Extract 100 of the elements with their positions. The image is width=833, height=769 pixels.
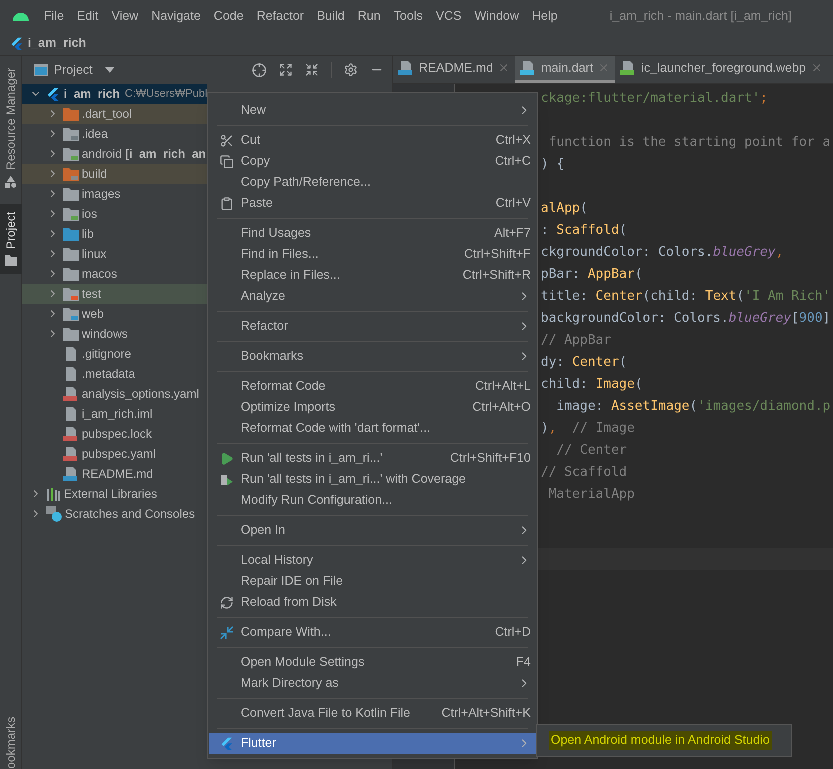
menu-bar-item[interactable]: Refactor	[256, 6, 304, 26]
folder-icon	[63, 127, 79, 141]
locate-icon[interactable]	[252, 62, 267, 78]
menu-bar-item[interactable]: Edit	[77, 6, 99, 26]
tree-item[interactable]: pubspec.lock	[22, 424, 207, 444]
menu-item[interactable]: Open Module Settings F4	[209, 652, 536, 673]
menu-bar-item[interactable]: Code	[214, 6, 244, 26]
tree-item[interactable]: test	[22, 284, 207, 304]
menu-item[interactable]: Cut Ctrl+X	[209, 130, 536, 151]
code-line: title: Center(child: Text('I Am Rich'	[541, 289, 831, 304]
menu-bar-item[interactable]: Navigate	[152, 6, 201, 26]
code-line: // Scaffold	[541, 465, 628, 480]
editor-tab[interactable]: main.dart	[515, 56, 616, 83]
menu-item[interactable]: Convert Java File to Kotlin File Ctrl+Alt+Shift+K	[209, 703, 536, 724]
tool-window-tab[interactable]: Project	[0, 204, 22, 274]
code-line: ), // Image	[541, 421, 635, 436]
folder-icon	[63, 287, 79, 301]
menu-item[interactable]: Find in Files... Ctrl+Shift+F	[209, 244, 536, 265]
menu-item[interactable]: Local History	[209, 550, 536, 571]
menu-item[interactable]: Modify Run Configuration...	[209, 490, 536, 511]
code-line: ) {	[541, 157, 564, 172]
tree-item[interactable]: External Libraries	[22, 484, 207, 504]
menu-bar-item[interactable]: View	[112, 6, 139, 26]
menu-item[interactable]: Optimize Imports Ctrl+Alt+O	[209, 397, 536, 418]
tree-item[interactable]: linux	[22, 244, 207, 264]
menu-item[interactable]: Run 'all tests in i_am_ri...' Ctrl+Shift+F10	[209, 448, 536, 469]
menu-item[interactable]: Repair IDE on File	[209, 571, 536, 592]
tree-item[interactable]: pubspec.yaml	[22, 444, 207, 464]
file-icon	[63, 406, 79, 422]
tree-item[interactable]: macos	[22, 264, 207, 284]
tree-item[interactable]: i_am_rich.iml	[22, 404, 207, 424]
expand-all-icon[interactable]	[279, 63, 293, 77]
code-line: pBar: AppBar(	[541, 267, 643, 282]
folder-icon	[63, 307, 79, 321]
menu-item[interactable]: Run 'all tests in i_am_ri...' with Coverage	[209, 469, 536, 490]
menu-bar-item[interactable]: Window	[474, 6, 520, 26]
menu-bar-item[interactable]: Build	[317, 6, 345, 26]
tree-item[interactable]: README.md	[22, 464, 207, 484]
scratches-icon	[46, 506, 62, 522]
compare-icon	[220, 626, 234, 640]
tree-item[interactable]: analysis_options.yaml	[22, 384, 207, 404]
folder-icon	[4, 255, 16, 266]
menu-item[interactable]: Refactor	[209, 316, 536, 337]
tree-item[interactable]: i_am_rich C:₩Users₩Publ	[22, 84, 207, 104]
menu-item[interactable]: Bookmarks	[209, 346, 536, 367]
scissors-icon	[220, 134, 234, 148]
file-icon	[398, 60, 414, 76]
breadcrumb-item[interactable]: i_am_rich	[28, 34, 86, 53]
tool-window-tab[interactable]: ookmarks	[2, 716, 20, 769]
menu-item[interactable]: Open In	[209, 520, 536, 541]
menu-item[interactable]: New	[209, 100, 536, 121]
tree-item[interactable]: lib	[22, 224, 207, 244]
tree-item[interactable]: Scratches and Consoles	[22, 504, 207, 524]
code-line: ckage:flutter/material.dart';	[541, 91, 768, 106]
editor-tab[interactable]: ic_launcher_foreground.webp	[615, 56, 828, 83]
menu-bar-item[interactable]: VCS	[436, 6, 462, 26]
tool-window-tab[interactable]: Resource Manager	[0, 60, 22, 196]
code-line: child: Image(	[541, 377, 643, 392]
menu-item[interactable]: Copy Ctrl+C	[209, 151, 536, 172]
tree-item[interactable]: android [i_am_rich_an	[22, 144, 207, 164]
collapse-all-icon[interactable]	[305, 63, 319, 77]
dropdown-caret-icon	[104, 67, 115, 73]
file-icon	[63, 446, 79, 462]
menu-item[interactable]: Flutter	[209, 733, 536, 754]
settings-icon[interactable]	[344, 63, 358, 77]
menu-bar-item[interactable]: Run	[358, 6, 381, 26]
file-icon	[63, 366, 79, 382]
menu-item[interactable]: Replace in Files... Ctrl+Shift+R	[209, 265, 536, 286]
menu-bar-item[interactable]: Help	[532, 6, 558, 26]
folder-icon	[63, 227, 79, 241]
code-line: : Scaffold(	[541, 223, 628, 238]
tree-item[interactable]: windows	[22, 324, 207, 344]
code-line: ckgroundColor: Colors.blueGrey,	[541, 245, 784, 260]
menu-item[interactable]: Find Usages Alt+F7	[209, 223, 536, 244]
menu-item[interactable]: Paste Ctrl+V	[209, 193, 536, 214]
clipboard-icon	[220, 196, 234, 210]
menu-item[interactable]: Open Android module in Android Studio	[549, 731, 772, 750]
view-selector[interactable]: Project	[54, 60, 115, 80]
menu-item[interactable]: Mark Directory as	[209, 673, 536, 694]
tree-item[interactable]: .dart_tool	[22, 104, 207, 124]
tree-item[interactable]: web	[22, 304, 207, 324]
menu-bar-item[interactable]: Tools	[394, 6, 423, 26]
tree-item[interactable]: ios	[22, 204, 207, 224]
menu-item[interactable]: Reload from Disk	[209, 592, 536, 613]
code-line: alApp(	[541, 201, 588, 216]
menu-bar-item[interactable]: File	[44, 6, 64, 26]
menu-item[interactable]: Copy Path/Reference...	[209, 172, 536, 193]
menu-item[interactable]: Reformat Code Ctrl+Alt+L	[209, 376, 536, 397]
menu-item[interactable]: Compare With... Ctrl+D	[209, 622, 536, 643]
close-icon[interactable]	[498, 62, 510, 74]
tree-item[interactable]: .metadata	[22, 364, 207, 384]
menu-item[interactable]: Analyze	[209, 286, 536, 307]
tree-item[interactable]: build	[22, 164, 207, 184]
tree-item[interactable]: .idea	[22, 124, 207, 144]
close-icon[interactable]	[811, 62, 824, 74]
menu-item[interactable]: Reformat Code with 'dart format'...	[209, 418, 536, 439]
folder-icon	[63, 107, 79, 121]
tree-item[interactable]: .gitignore	[22, 344, 207, 364]
editor-tab[interactable]: README.md	[393, 56, 516, 83]
tree-item[interactable]: images	[22, 184, 207, 204]
